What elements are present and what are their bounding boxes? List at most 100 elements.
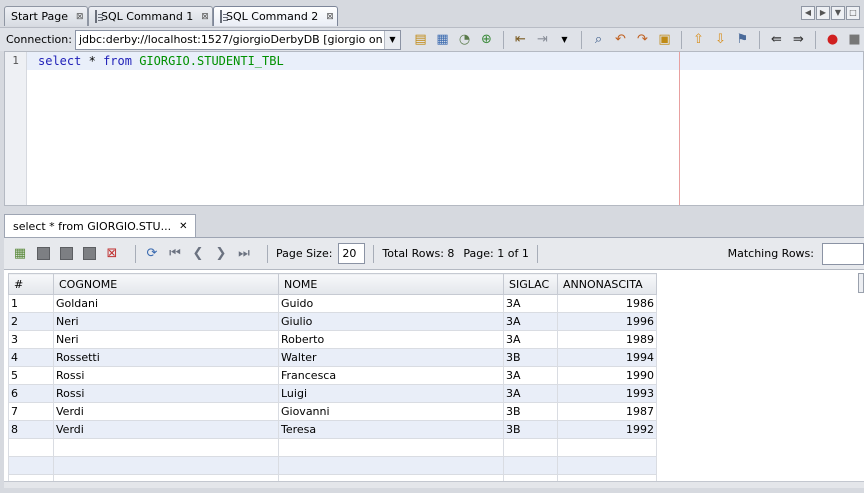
cognome-cell[interactable]: Neri [53,312,279,331]
cognome-cell[interactable]: Rossi [53,366,279,385]
siglac-cell[interactable]: 3A [503,384,558,403]
row-number-cell[interactable]: 5 [8,366,54,385]
toggle-bookmark-icon[interactable]: ⚑ [733,31,752,49]
annonascita-cell[interactable]: 1986 [557,294,657,313]
first-page-icon[interactable]: ⏮ [167,246,183,262]
sql-code-line[interactable]: select * from GIORGIO.STUDENTI_TBL [38,54,284,68]
nome-cell[interactable]: Guido [278,294,504,313]
siglac-cell[interactable]: 3A [503,330,558,349]
annonascita-cell[interactable]: 1990 [557,366,657,385]
refresh-icon[interactable]: ⟳ [144,246,160,262]
result-tab[interactable]: select * from GIORGIO.STU... ✕ [4,214,197,237]
page-size-input[interactable]: 20 [338,243,366,264]
annonascita-cell[interactable]: 1992 [557,420,657,439]
row-number-cell[interactable]: 4 [8,348,54,367]
truncate-table-icon[interactable]: ⊠ [104,246,120,262]
commit-record-icon[interactable] [58,246,74,262]
row-number-cell[interactable]: 7 [8,402,54,421]
find-icon[interactable]: ⌕ [589,31,608,49]
close-icon[interactable]: ⊠ [326,12,334,22]
history-icon[interactable]: ◔ [455,31,474,49]
nome-cell[interactable]: Francesca [278,366,504,385]
tab-start-page[interactable]: Start Page ⊠ [4,6,88,26]
column-header-annonascita[interactable]: ANNONASCITA [557,273,657,295]
cognome-cell[interactable]: Verdi [53,420,279,439]
annonascita-cell[interactable]: 1996 [557,312,657,331]
sql-editor[interactable]: 1 select * from GIORGIO.STUDENTI_TBL [4,51,864,206]
cognome-cell[interactable]: Rossi [53,384,279,403]
annonascita-cell[interactable]: 1993 [557,384,657,403]
insert-record-icon[interactable]: ▦ [12,246,28,262]
nome-cell[interactable]: Giulio [278,312,504,331]
siglac-cell[interactable]: 3B [503,348,558,367]
close-icon[interactable]: ⊠ [76,12,84,22]
connect-icon[interactable]: ⊕ [477,31,496,49]
next-page-icon[interactable]: ❯ [213,246,229,262]
annonascita-cell[interactable]: 1994 [557,348,657,367]
table-row[interactable]: 4 Rossetti Walter 3B 1994 [8,348,657,367]
cognome-cell[interactable]: Rossetti [53,348,279,367]
tab-sql-command-2[interactable]: SQL Command 2 ⊠ [213,6,338,26]
editor-results-splitter[interactable] [0,206,864,214]
delete-record-icon[interactable] [35,246,51,262]
table-row[interactable]: 5 Rossi Francesca 3A 1990 [8,366,657,385]
matching-rows-input[interactable] [822,242,864,265]
column-header-siglac[interactable]: SIGLAC [503,273,558,295]
annonascita-cell[interactable]: 1987 [557,402,657,421]
column-header-nome[interactable]: NOME [278,273,504,295]
siglac-cell[interactable]: 3A [503,312,558,331]
siglac-cell[interactable]: 3A [503,366,558,385]
next-bookmark-icon[interactable]: ⇩ [711,31,730,49]
siglac-cell[interactable]: 3A [503,294,558,313]
siglac-cell[interactable]: 3B [503,402,558,421]
table-row[interactable]: 3 Neri Roberto 3A 1989 [8,330,657,349]
chevron-down-icon[interactable]: ▼ [555,31,574,49]
connection-dropdown[interactable]: jdbc:derby://localhost:1527/giorgioDerby… [74,29,401,50]
cognome-cell[interactable]: Verdi [53,402,279,421]
run-sql-icon[interactable]: ▤ [411,31,430,49]
nome-cell[interactable]: Roberto [278,330,504,349]
row-number-cell[interactable]: 8 [8,420,54,439]
previous-page-icon[interactable]: ❮ [190,246,206,262]
find-next-icon[interactable]: ↷ [633,31,652,49]
chevron-down-icon[interactable]: ▼ [384,30,400,49]
start-macro-recording-icon[interactable]: ● [823,31,842,49]
find-previous-icon[interactable]: ↶ [611,31,630,49]
tab-sql-command-1[interactable]: SQL Command 1 ⊠ [88,6,213,26]
row-number-cell[interactable]: 6 [8,384,54,403]
shift-left-icon[interactable]: ⇚ [767,31,786,49]
cognome-cell[interactable]: Goldani [53,294,279,313]
row-number-cell[interactable]: 2 [8,312,54,331]
horizontal-scrollbar[interactable] [4,481,864,488]
cognome-cell[interactable]: Neri [53,330,279,349]
run-statement-icon[interactable]: ▦ [433,31,452,49]
annonascita-cell[interactable]: 1989 [557,330,657,349]
tab-list-dropdown-icon[interactable]: ▼ [831,6,845,20]
column-header-cognome[interactable]: COGNOME [53,273,279,295]
siglac-cell[interactable]: 3B [503,420,558,439]
nome-cell[interactable]: Giovanni [278,402,504,421]
maximize-icon[interactable]: □ [846,6,860,20]
forward-navigation-icon[interactable]: ⇥ [533,31,552,49]
scroll-tabs-left-icon[interactable]: ◀ [801,6,815,20]
table-row[interactable]: 6 Rossi Luigi 3A 1993 [8,384,657,403]
scroll-tabs-right-icon[interactable]: ▶ [816,6,830,20]
back-navigation-icon[interactable]: ⇤ [511,31,530,49]
shift-right-icon[interactable]: ⇛ [789,31,808,49]
table-row[interactable]: 2 Neri Giulio 3A 1996 [8,312,657,331]
close-icon[interactable]: ⊠ [201,12,209,22]
table-row[interactable]: 1 Goldani Guido 3A 1986 [8,294,657,313]
row-number-cell[interactable]: 3 [8,330,54,349]
toggle-highlight-icon[interactable]: ▣ [655,31,674,49]
nome-cell[interactable]: Teresa [278,420,504,439]
nome-cell[interactable]: Walter [278,348,504,367]
column-header-row-number[interactable]: # [8,273,54,295]
stop-macro-recording-icon[interactable]: ■ [845,31,864,49]
close-icon[interactable]: ✕ [179,221,187,232]
last-page-icon[interactable]: ⏭ [236,246,252,262]
vertical-scrollbar[interactable] [858,273,864,293]
table-row[interactable]: 8 Verdi Teresa 3B 1992 [8,420,657,439]
row-number-cell[interactable]: 1 [8,294,54,313]
cancel-edit-icon[interactable] [81,246,97,262]
table-row[interactable]: 7 Verdi Giovanni 3B 1987 [8,402,657,421]
